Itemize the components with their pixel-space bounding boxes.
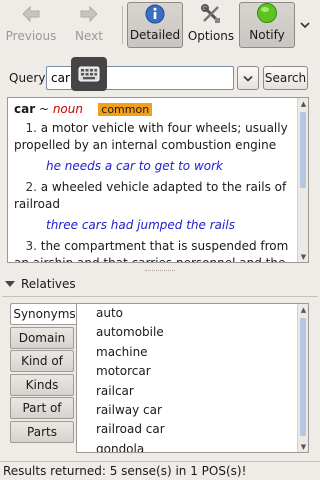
sense-item: 3. the compartment that is suspended fro… [14, 238, 292, 263]
keyboard-icon [78, 66, 100, 82]
definition-pane[interactable]: car ~ noun common 1. a motor vehicle wit… [7, 97, 309, 263]
list-item[interactable]: automobile [77, 323, 308, 342]
sense-item: 2. a wheeled vehicle adapted to the rail… [14, 179, 292, 213]
scroll-down-icon[interactable]: ▼ [298, 251, 308, 262]
info-icon [144, 3, 166, 24]
previous-button[interactable]: Previous [2, 2, 60, 48]
relatives-scrollbar[interactable]: ▲ ▼ [297, 304, 308, 452]
headword: car [14, 102, 36, 116]
next-button[interactable]: Next [60, 2, 118, 48]
tab-kind-of[interactable]: Kind of [10, 350, 74, 372]
search-button[interactable]: Search [263, 66, 308, 90]
sense-item: 1. a motor vehicle with four wheels; usu… [14, 120, 292, 154]
tab-synonyms[interactable]: Synonyms [10, 303, 78, 325]
list-item[interactable]: railroad car [77, 420, 308, 439]
toolbar: Previous Next Detailed Options Notify [0, 0, 320, 48]
relatives-heading: Relatives [21, 277, 76, 291]
query-row: Query Search [0, 57, 320, 92]
list-item[interactable]: machine [77, 343, 308, 362]
list-item[interactable]: railway car [77, 401, 308, 420]
definition-content: car ~ noun common 1. a motor vehicle wit… [8, 98, 298, 263]
frequency-tag: common [98, 103, 153, 116]
sense-example: three cars had jumped the rails [46, 218, 235, 232]
tab-kinds[interactable]: Kinds [10, 373, 74, 396]
notify-button[interactable]: Notify [239, 2, 295, 48]
keyboard-popup[interactable] [71, 57, 107, 91]
relatives-list[interactable]: auto automobile machine motorcar railcar… [76, 303, 309, 453]
pane-splitter[interactable] [0, 267, 320, 273]
toolbar-separator [122, 6, 123, 44]
sense-gloss: the compartment that is suspended from a… [14, 239, 289, 263]
query-label: Query [9, 71, 46, 85]
toolbar-overflow-button[interactable] [295, 2, 315, 48]
definition-header: car ~ noun common [14, 101, 292, 118]
chevron-down-icon [243, 75, 253, 82]
history-dropdown-button[interactable] [237, 66, 259, 90]
green-status-icon [256, 2, 278, 24]
chevron-down-icon [300, 22, 310, 29]
headword-separator: ~ [35, 102, 53, 116]
sense-gloss: a wheeled vehicle adapted to the rails o… [14, 180, 287, 211]
scrollbar-thumb[interactable] [300, 318, 306, 436]
sense-gloss: a motor vehicle with four wheels; usuall… [14, 121, 288, 152]
arrow-right-icon [78, 3, 100, 25]
options-button[interactable]: Options [183, 2, 239, 48]
definition-scrollbar[interactable]: ▲ ▼ [297, 98, 308, 262]
sense-example: he needs a car to get to work [46, 159, 224, 173]
list-item[interactable]: railcar [77, 382, 308, 401]
detailed-button[interactable]: Detailed [127, 2, 183, 48]
sense-number: 1. [25, 121, 37, 135]
status-bar: Results returned: 5 sense(s) in 1 POS(s)… [0, 461, 320, 480]
tab-parts[interactable]: Parts [10, 420, 74, 443]
tools-icon [200, 3, 222, 25]
scroll-up-icon[interactable]: ▲ [298, 304, 308, 315]
scrollbar-thumb[interactable] [300, 112, 306, 188]
relatives-tabs: Synonyms Domain Kind of Kinds Part of Pa… [10, 303, 78, 444]
list-item[interactable]: gondola [77, 440, 308, 452]
arrow-left-icon [20, 3, 42, 25]
list-item[interactable]: motorcar [77, 362, 308, 381]
tab-domain[interactable]: Domain [10, 326, 74, 349]
relatives-toggle[interactable]: Relatives [5, 277, 76, 291]
list-item[interactable]: auto [77, 304, 308, 323]
scroll-down-icon[interactable]: ▼ [298, 441, 308, 452]
pos-label: noun [52, 102, 83, 116]
triangle-down-icon [5, 281, 15, 287]
scroll-up-icon[interactable]: ▲ [298, 98, 308, 109]
tab-part-of[interactable]: Part of [10, 397, 74, 419]
sense-number: 2. [25, 180, 37, 194]
sense-number: 3. [25, 239, 37, 253]
